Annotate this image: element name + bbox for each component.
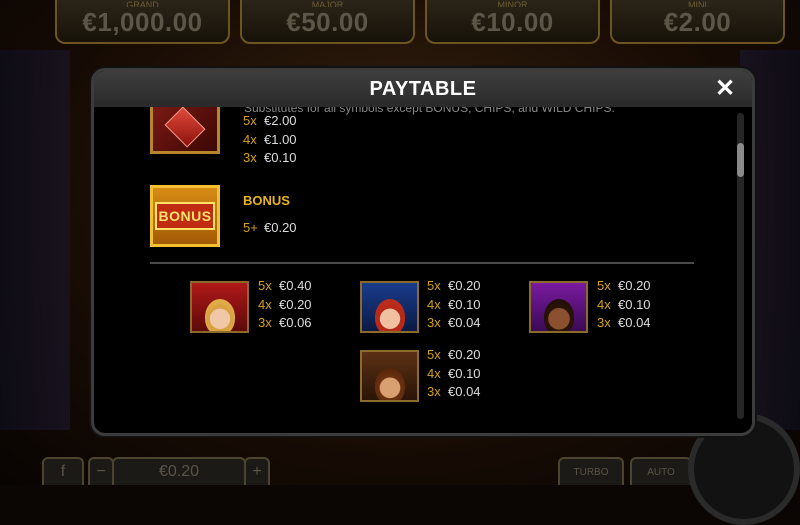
- bonus-icon: BONUS: [150, 185, 220, 247]
- paytable-content[interactable]: Substitutes for all symbols except BONUS…: [94, 107, 730, 433]
- pay-row: 5+ €0.20: [243, 220, 297, 235]
- bet-decrease-button[interactable]: −: [88, 457, 114, 485]
- left-reel-edge: [0, 50, 70, 430]
- pay-row: 4x €0.10: [597, 296, 651, 312]
- pay-row: 5x €0.20: [597, 278, 651, 293]
- info-button[interactable]: f: [42, 457, 84, 485]
- pay-row: 5x €0.20: [427, 347, 481, 362]
- jackpot-label: MINI: [688, 0, 707, 7]
- jackpot-label: GRAND: [126, 0, 159, 7]
- jackpot-value: €50.00: [286, 7, 369, 37]
- brunette-woman-icon: [360, 350, 419, 402]
- turbo-button[interactable]: TURBO: [558, 457, 624, 485]
- pay-row: 3x €0.06: [258, 315, 312, 330]
- jackpot-minor: MINOR €10.00: [425, 0, 600, 44]
- wild-description: Substitutes for all symbols except BONUS…: [244, 107, 615, 115]
- jackpot-label: MINOR: [497, 0, 528, 7]
- bonus-pays: 5+ €0.20: [243, 219, 297, 238]
- character-pays: 5x €0.20 4x €0.10 3x €0.04: [427, 346, 481, 402]
- paytable-modal: PAYTABLE ✕ Substitutes for all symbols e…: [91, 68, 755, 436]
- character-pays: 5x €0.20 4x €0.10 3x €0.04: [597, 277, 651, 333]
- bonus-title: BONUS: [243, 193, 290, 208]
- pay-row: 5x €0.20: [427, 278, 481, 293]
- jackpot-value: €2.00: [663, 7, 732, 37]
- pay-row: 3x €0.04: [427, 384, 481, 399]
- scrollbar-thumb[interactable]: [737, 143, 744, 177]
- pay-row: 4x €1.00: [243, 131, 297, 147]
- purple-woman-icon: [529, 281, 588, 333]
- character-pays: 5x €0.40 4x €0.20 3x €0.06: [258, 277, 312, 333]
- wild-pays: 5x €2.00 4x €1.00 3x €0.10: [243, 112, 297, 168]
- jackpot-label: MAJOR: [311, 0, 344, 7]
- redhead-woman-icon: [360, 281, 419, 333]
- jackpot-bar: GRAND €1,000.00 MAJOR €50.00 MINOR €10.0…: [55, 0, 785, 44]
- blonde-woman-icon: [190, 281, 249, 333]
- bet-value: €0.20: [112, 457, 246, 485]
- jackpot-value: €10.00: [471, 7, 554, 37]
- section-divider: [150, 262, 694, 264]
- wild-gem-icon: [150, 107, 220, 154]
- modal-title: PAYTABLE: [369, 77, 477, 100]
- jackpot-value: €1,000.00: [82, 7, 203, 37]
- pay-row: 3x €0.04: [597, 315, 651, 330]
- bottom-control-bar: f − €0.20 + TURBO AUTO: [40, 413, 800, 525]
- bonus-icon-text: BONUS: [155, 202, 215, 230]
- pay-row: 4x €0.10: [427, 365, 481, 381]
- jackpot-major: MAJOR €50.00: [240, 0, 415, 44]
- pay-row: 4x €0.10: [427, 296, 481, 312]
- pay-row: 5x €0.40: [258, 278, 312, 293]
- jackpot-grand: GRAND €1,000.00: [55, 0, 230, 44]
- auto-button[interactable]: AUTO: [630, 457, 692, 485]
- pay-row: 3x €0.10: [243, 150, 297, 165]
- modal-header: PAYTABLE ✕: [94, 71, 752, 107]
- pay-row: 4x €0.20: [258, 296, 312, 312]
- close-icon[interactable]: ✕: [712, 75, 738, 102]
- pay-row: 3x €0.04: [427, 315, 481, 330]
- character-pays: 5x €0.20 4x €0.10 3x €0.04: [427, 277, 481, 333]
- jackpot-mini: MINI €2.00: [610, 0, 785, 44]
- bet-increase-button[interactable]: +: [244, 457, 270, 485]
- pay-row: 5x €2.00: [243, 113, 297, 128]
